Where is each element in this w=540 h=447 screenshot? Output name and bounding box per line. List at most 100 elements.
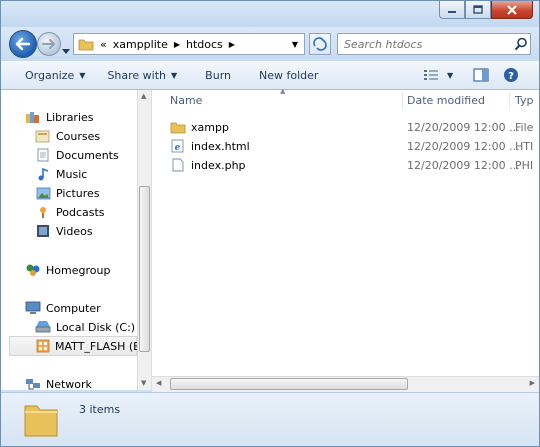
folder-icon (170, 122, 186, 134)
file-name: xampp (191, 120, 229, 134)
file-list-horizontal-scrollbar[interactable]: ◀ ▶ (152, 376, 539, 392)
file-row-index-php[interactable]: index.php 12/20/2009 12:00 ... PHI (170, 156, 539, 174)
refresh-button[interactable] (309, 33, 331, 55)
nav-documents[interactable]: Documents (35, 146, 119, 164)
nav-music[interactable]: Music (35, 165, 87, 183)
scroll-up-icon[interactable]: ▲ (141, 92, 146, 100)
minimize-icon (448, 10, 456, 13)
share-with-button[interactable]: Share with ▼ (99, 64, 185, 86)
address-overflow[interactable]: « (100, 38, 107, 51)
file-row-index-html[interactable]: e index.html 12/20/2009 12:00 ... HTI (170, 137, 539, 155)
scroll-left-icon[interactable]: ◀ (156, 379, 161, 387)
maximize-icon (473, 5, 483, 14)
libraries-icon (25, 109, 41, 125)
chevron-down-icon: ▼ (447, 70, 454, 80)
preview-pane-icon (473, 68, 489, 82)
navigation-pane: Libraries Courses Documents Music Pictur… (1, 90, 151, 393)
column-name-label: Name (170, 94, 203, 107)
caption-buttons (439, 1, 533, 19)
pictures-icon (35, 185, 51, 201)
file-name: index.php (191, 158, 246, 172)
breadcrumb-separator-icon[interactable]: ▶ (229, 40, 235, 49)
file-date: 12/20/2009 12:00 ... (407, 158, 520, 172)
share-with-label: Share with (107, 68, 167, 82)
chevron-down-icon: ▼ (79, 70, 86, 80)
file-date: 12/20/2009 12:00 ... (407, 139, 520, 153)
column-type-label: Typ (515, 94, 534, 107)
nav-computer[interactable]: Computer (25, 299, 101, 317)
nav-local-disk[interactable]: Local Disk (C:) (35, 318, 135, 336)
nav-matt-flash-label: MATT_FLASH (E: (55, 339, 144, 353)
scroll-thumb[interactable] (139, 186, 150, 352)
item-count: 3 items (79, 403, 121, 416)
explorer-window: « xampplite ▶ htdocs ▶ ▼ Organize ▼ Shar… (0, 0, 540, 447)
chevron-down-icon: ▼ (171, 70, 178, 80)
usb-drive-icon (36, 338, 50, 354)
video-icon (35, 223, 51, 239)
nav-vertical-scrollbar[interactable]: ▲ ▼ (137, 90, 151, 390)
organize-button[interactable]: Organize ▼ (17, 64, 93, 86)
nav-homegroup-label: Homegroup (46, 263, 111, 277)
address-row: « xampplite ▶ htdocs ▶ ▼ (1, 27, 539, 61)
help-icon: ? (504, 68, 518, 82)
breadcrumb-htdocs[interactable]: htdocs (186, 38, 223, 51)
command-bar: Organize ▼ Share with ▼ Burn New folder … (1, 61, 539, 90)
title-bar[interactable] (1, 1, 539, 27)
nav-libraries-label: Libraries (46, 110, 94, 124)
recent-pages-dropdown[interactable] (62, 40, 70, 59)
back-button[interactable] (9, 30, 37, 58)
documents-icon (35, 147, 51, 163)
nav-homegroup[interactable]: Homegroup (25, 261, 110, 279)
maximize-button[interactable] (465, 1, 491, 19)
scroll-right-icon[interactable]: ▶ (530, 379, 535, 387)
search-icon[interactable] (514, 37, 528, 51)
nav-videos-label: Videos (56, 224, 93, 238)
details-pane: 3 items (1, 392, 539, 446)
close-button[interactable] (491, 1, 533, 19)
breadcrumb-separator-icon[interactable]: ▶ (174, 40, 180, 49)
scroll-thumb[interactable] (170, 378, 408, 390)
file-icon (172, 158, 184, 172)
minimize-button[interactable] (439, 1, 465, 19)
file-row-xampp[interactable]: xampp 12/20/2009 12:00 ... File (170, 118, 539, 136)
preview-pane-button[interactable] (465, 64, 497, 86)
nav-pictures-label: Pictures (56, 186, 100, 200)
svg-text:?: ? (508, 71, 514, 82)
address-bar[interactable]: « xampplite ▶ htdocs ▶ ▼ (73, 33, 305, 55)
music-note-icon (35, 166, 51, 182)
column-header-name[interactable]: Name (170, 90, 400, 111)
column-separator[interactable] (509, 92, 510, 110)
scroll-down-icon[interactable]: ▼ (141, 379, 146, 387)
file-date: 12/20/2009 12:00 ... (407, 120, 520, 134)
nav-computer-label: Computer (46, 301, 101, 315)
nav-pictures[interactable]: Pictures (35, 184, 100, 202)
search-input[interactable] (338, 36, 514, 52)
nav-courses[interactable]: Courses (35, 127, 100, 145)
burn-label: Burn (205, 68, 231, 82)
column-header-type[interactable]: Typ (515, 90, 539, 111)
new-folder-button[interactable]: New folder (251, 64, 326, 86)
column-separator[interactable] (402, 92, 403, 110)
forward-button[interactable] (37, 32, 61, 56)
nav-documents-label: Documents (56, 148, 119, 162)
nav-podcasts[interactable]: Podcasts (35, 203, 105, 221)
arrow-left-icon (15, 37, 31, 51)
burn-button[interactable]: Burn (197, 64, 239, 86)
nav-matt-flash[interactable]: MATT_FLASH (E: (9, 336, 144, 356)
nav-libraries[interactable]: Libraries (25, 108, 94, 126)
address-dropdown-icon[interactable]: ▼ (292, 40, 298, 49)
breadcrumb-xampplite[interactable]: xampplite (113, 38, 168, 51)
refresh-icon (313, 37, 327, 51)
help-button[interactable]: ? (495, 64, 527, 86)
podcast-icon (35, 204, 51, 220)
html-file-icon: e (171, 139, 184, 153)
change-view-button[interactable]: ▼ (415, 64, 461, 86)
folder-icon (78, 39, 94, 51)
new-folder-label: New folder (259, 68, 319, 82)
nav-music-label: Music (56, 167, 88, 181)
hard-drive-icon (35, 319, 51, 335)
column-header-date-modified[interactable]: Date modified (407, 90, 507, 111)
homegroup-icon (25, 262, 41, 278)
nav-network[interactable]: Network (25, 375, 92, 393)
nav-videos[interactable]: Videos (35, 222, 93, 240)
